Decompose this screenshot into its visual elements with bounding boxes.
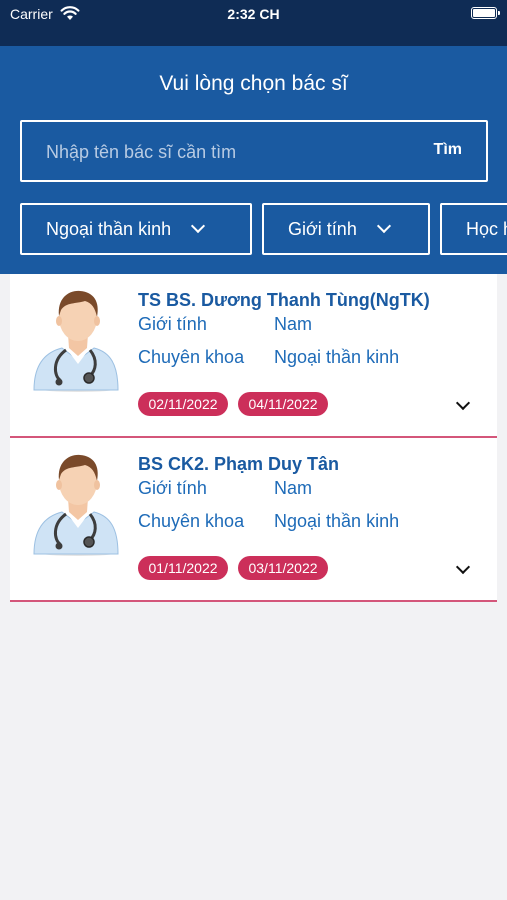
gender-value: Nam [274, 478, 313, 498]
specialty-value: Ngoại thần kinh [274, 511, 400, 531]
schedule-date-tag[interactable]: 01/11/2022 [138, 556, 228, 580]
doctor-name: TS BS. Dương Thanh Tùng(NgTK) [138, 290, 430, 310]
doctor-avatar-icon [33, 454, 119, 556]
search-box: Tìm [20, 120, 488, 182]
gender-label: Giới tính [138, 478, 207, 498]
specialty-filter-label: Ngoại thần kinh [46, 218, 172, 239]
academic-title-filter-dropdown[interactable]: Học hàm [440, 203, 507, 255]
chevron-down-icon[interactable] [455, 395, 471, 411]
status-bar: Carrier 2:32 CH [0, 0, 507, 46]
chevron-down-icon[interactable] [455, 559, 471, 575]
schedule-date-tag[interactable]: 02/11/2022 [138, 392, 228, 416]
schedule-date-tag[interactable]: 04/11/2022 [238, 392, 328, 416]
specialty-filter-dropdown[interactable]: Ngoại thần kinh [20, 203, 252, 255]
search-button[interactable]: Tìm [434, 141, 462, 159]
page-title: Vui lòng chọn bác sĩ [159, 72, 348, 95]
specialty-value: Ngoại thần kinh [274, 347, 400, 367]
doctor-name: BS CK2. Phạm Duy Tân [138, 454, 340, 474]
doctor-avatar-icon [33, 290, 119, 392]
academic-title-filter-label: Học hàm [466, 218, 507, 239]
doctor-card[interactable]: TS BS. Dương Thanh Tùng(NgTK) Giới tính … [10, 274, 497, 438]
gender-filter-dropdown[interactable]: Giới tính [262, 203, 430, 255]
doctor-card[interactable]: BS CK2. Phạm Duy Tân Giới tính Nam Chuyê… [10, 438, 497, 602]
specialty-label: Chuyên khoa [138, 347, 245, 367]
status-time: 2:32 CH [227, 6, 280, 22]
chevron-down-icon [376, 218, 391, 234]
gender-filter-label: Giới tính [288, 218, 357, 239]
battery-icon [471, 7, 500, 19]
gender-value: Nam [274, 314, 313, 334]
chevron-down-icon [191, 218, 206, 234]
schedule-date-tag[interactable]: 03/11/2022 [238, 556, 328, 580]
specialty-label: Chuyên khoa [138, 511, 245, 531]
gender-label: Giới tính [138, 314, 207, 334]
header: Vui lòng chọn bác sĩ Tìm Ngoại thần kinh… [0, 46, 507, 274]
search-input[interactable] [46, 139, 406, 165]
doctor-list: TS BS. Dương Thanh Tùng(NgTK) Giới tính … [10, 274, 497, 602]
